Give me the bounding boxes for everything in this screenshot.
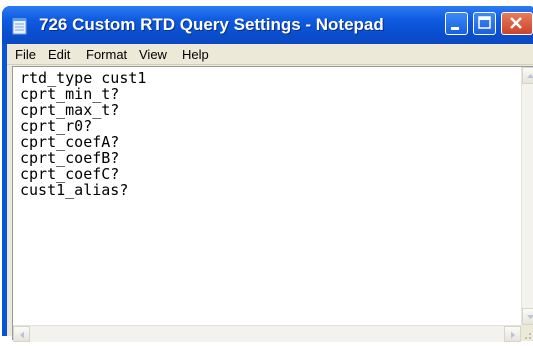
- title-bar[interactable]: 726 Custom RTD Query Settings - Notepad: [2, 6, 533, 44]
- scroll-right-button[interactable]: [504, 326, 521, 342]
- scroll-down-button[interactable]: [522, 308, 533, 325]
- vertical-scrollbar[interactable]: [521, 67, 533, 325]
- text-line: cprt_r0?: [20, 117, 93, 135]
- window-client-area: File Edit Format View Help rtd_type cust…: [7, 44, 533, 342]
- text-line: cust1_alias?: [20, 181, 129, 199]
- menu-bar: File Edit Format View Help: [7, 44, 533, 65]
- window-title: 726 Custom RTD Query Settings - Notepad: [39, 15, 384, 34]
- notepad-icon[interactable]: [12, 17, 28, 35]
- minimize-button[interactable]: [445, 12, 468, 35]
- close-icon: [510, 17, 522, 29]
- arrow-left-icon: [20, 331, 24, 339]
- arrow-down-icon: [527, 315, 533, 319]
- menu-help[interactable]: Help: [182, 47, 209, 62]
- horizontal-scrollbar[interactable]: [13, 325, 521, 342]
- text-line: cprt_coefA?: [20, 133, 120, 151]
- scroll-left-button[interactable]: [13, 326, 30, 342]
- notepad-window: 726 Custom RTD Query Settings - Notepad …: [2, 6, 533, 342]
- scroll-up-button[interactable]: [522, 67, 533, 84]
- size-grip[interactable]: [521, 325, 533, 341]
- text-editor[interactable]: rtd_type cust1 cprt_min_t? cprt_max_t? c…: [12, 66, 533, 342]
- close-button[interactable]: [501, 12, 533, 35]
- arrow-up-icon: [527, 74, 533, 78]
- menu-file[interactable]: File: [15, 47, 36, 62]
- menu-edit[interactable]: Edit: [48, 47, 70, 62]
- arrow-right-icon: [511, 331, 515, 339]
- resize-grip-icon: [525, 333, 531, 339]
- text-line: cprt_coefC?: [20, 165, 120, 183]
- menu-format[interactable]: Format: [86, 47, 127, 62]
- text-line: rtd_type cust1: [20, 69, 147, 87]
- text-line: cprt_coefB?: [20, 149, 120, 167]
- text-line: cprt_max_t?: [20, 101, 120, 119]
- minimize-icon: [451, 27, 459, 30]
- maximize-icon: [478, 16, 491, 29]
- maximize-button[interactable]: [473, 12, 496, 35]
- text-line: cprt_min_t?: [20, 85, 120, 103]
- menu-view[interactable]: View: [139, 47, 167, 62]
